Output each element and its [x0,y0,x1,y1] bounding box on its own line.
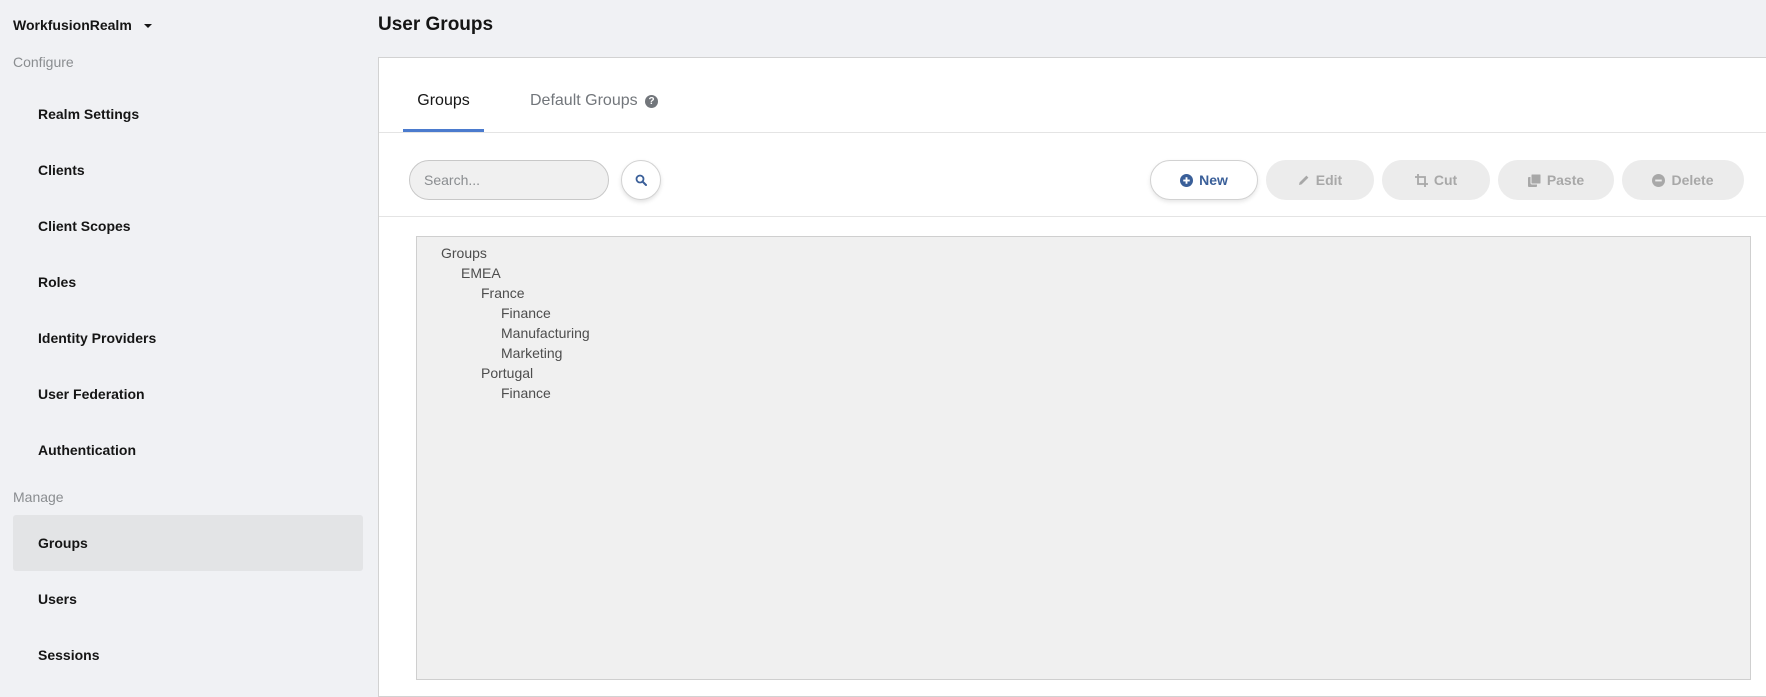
tree-node-france[interactable]: France [417,283,1750,303]
sidebar-item-label: Identity Providers [38,330,157,346]
section-label-manage: Manage [13,489,64,505]
tree-node-portugal-finance[interactable]: Finance [417,383,1750,403]
search-button[interactable] [621,160,661,200]
realm-selector[interactable]: WorkfusionRealm [13,14,152,36]
sidebar-item-label: Users [38,591,77,607]
tree-node-manufacturing[interactable]: Manufacturing [417,323,1750,343]
realm-name: WorkfusionRealm [13,17,132,33]
sidebar-item-label: Groups [38,535,88,551]
pencil-icon [1298,175,1309,185]
sidebar-item-label: Client Scopes [38,218,131,234]
search-input[interactable] [409,160,609,200]
tab-groups[interactable]: Groups [403,84,484,132]
sidebar-item-groups[interactable]: Groups [13,515,363,571]
tree-node-portugal[interactable]: Portugal [417,363,1750,383]
minus-circle-icon [1652,173,1666,187]
sidebar-item-users[interactable]: Users [13,571,363,627]
clipboard-icon [1527,173,1541,187]
sidebar-item-clients[interactable]: Clients [13,142,363,198]
sidebar-item-sessions[interactable]: Sessions [13,627,363,683]
sidebar-item-label: Authentication [38,442,136,458]
toolbar: New Edit Cut Paste [379,133,1766,217]
group-tree: Groups EMEA France Finance Manufacturing… [416,236,1751,680]
cut-button-label: Cut [1433,172,1458,188]
cut-button[interactable]: Cut [1382,160,1490,200]
tree-node-france-finance[interactable]: Finance [417,303,1750,323]
sidebar-item-user-federation[interactable]: User Federation [13,366,363,422]
delete-button[interactable]: Delete [1622,160,1744,200]
sidebar-item-roles[interactable]: Roles [13,254,363,310]
sidebar-item-label: User Federation [38,386,145,402]
sidebar-item-label: Roles [38,274,77,290]
groups-panel: Groups Default Groups ? New [378,57,1766,697]
sidebar-item-label: Realm Settings [38,106,140,122]
edit-button[interactable]: Edit [1266,160,1374,200]
sidebar-item-realm-settings[interactable]: Realm Settings [13,86,363,142]
new-button[interactable]: New [1150,160,1258,200]
edit-button-label: Edit [1315,172,1343,188]
new-button-label: New [1199,172,1228,188]
sidebar-item-authentication[interactable]: Authentication [13,422,363,478]
tab-default-groups[interactable]: Default Groups ? [530,84,659,132]
tab-label: Default Groups [530,92,638,109]
paste-button-label: Paste [1546,172,1585,188]
tree-node-emea[interactable]: EMEA [417,263,1750,283]
caret-down-icon [143,24,152,28]
tab-bar: Groups Default Groups ? [379,58,1766,133]
search-icon [635,174,647,186]
sidebar: WorkfusionRealm Configure Realm Settings… [0,0,378,690]
tab-label: Groups [417,92,470,109]
sidebar-item-label: Clients [38,162,85,178]
delete-button-label: Delete [1671,172,1714,188]
sidebar-item-client-scopes[interactable]: Client Scopes [13,198,363,254]
question-circle-icon[interactable]: ? [645,95,659,108]
tree-node-groups[interactable]: Groups [417,243,1750,263]
page-title: User Groups [378,14,494,35]
sidebar-item-label: Sessions [38,647,100,663]
plus-circle-icon [1180,173,1194,187]
sidebar-item-identity-providers[interactable]: Identity Providers [13,310,363,366]
tree-node-marketing[interactable]: Marketing [417,343,1750,363]
crop-icon [1414,173,1428,187]
section-label-configure: Configure [13,54,74,70]
paste-button[interactable]: Paste [1498,160,1614,200]
